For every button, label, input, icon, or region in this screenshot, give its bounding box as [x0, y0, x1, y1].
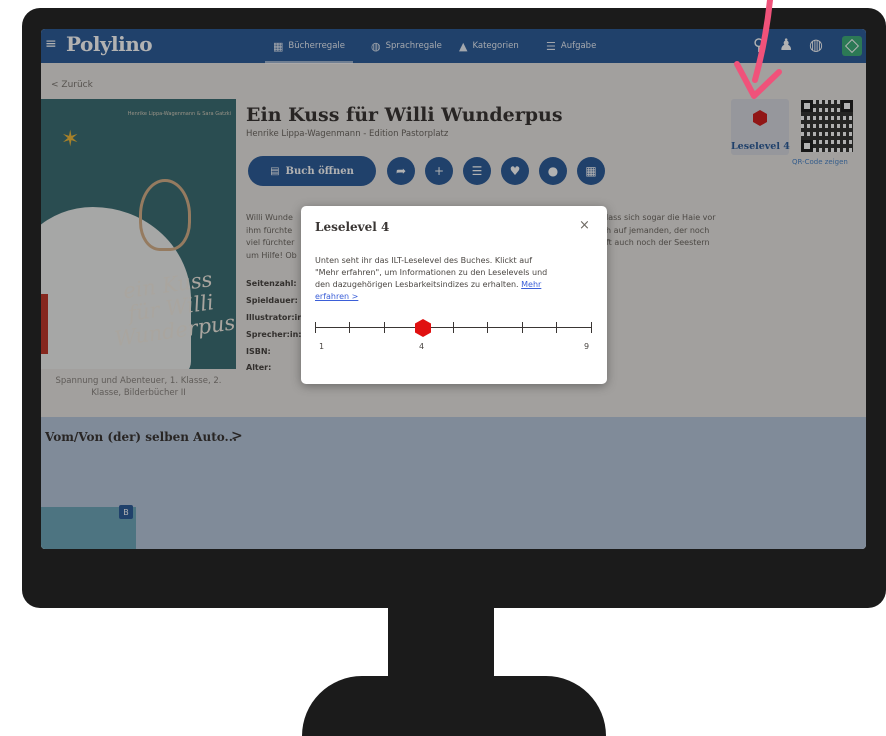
annotation-arrow — [734, 0, 782, 99]
